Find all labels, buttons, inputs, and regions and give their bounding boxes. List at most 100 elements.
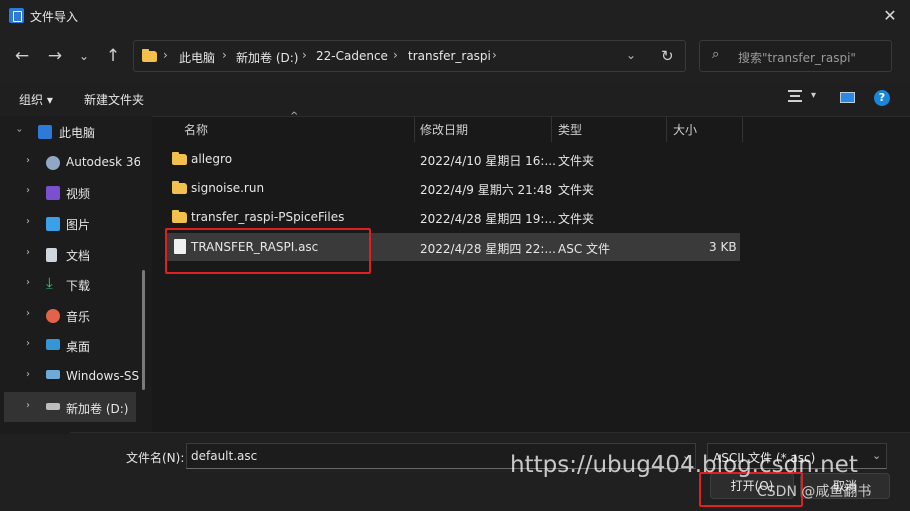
expand-chevron-icon[interactable]: › [26,216,30,227]
column-header-size[interactable]: 大小 [673,121,697,138]
sidebar-item-label: 桌面 [66,340,91,354]
sidebar-scrollbar[interactable] [142,270,145,390]
preview-pane-icon[interactable] [840,92,855,103]
table-row[interactable]: allegro 2022/4/10 星期日 16:... 文件夹 [166,145,740,173]
view-dropdown-chevron-icon[interactable]: ▾ [811,90,816,101]
desktop-icon [46,339,60,350]
sidebar-item-label: 图片 [66,218,91,232]
sidebar-item-pictures[interactable]: › 图片 [0,208,140,238]
column-header-modified[interactable]: 修改日期 [420,121,468,138]
sidebar-item-label: 此电脑 [59,126,96,140]
video-icon [46,186,60,200]
chevron-right-icon[interactable]: › [222,48,227,62]
sidebar-item-this-pc[interactable]: › 此电脑 [0,116,140,146]
file-type: ASC 文件 [558,242,611,256]
column-header-type[interactable]: 类型 [558,121,582,138]
breadcrumb-cadence[interactable]: 22-Cadence [316,49,388,63]
file-modified: 2022/4/28 星期四 19:... [420,212,556,226]
new-folder-button[interactable]: 新建文件夹 [84,91,144,108]
file-name: transfer_raspi-PSpiceFiles [191,210,345,224]
file-type-chevron-icon[interactable]: ⌄ [872,449,881,462]
forward-arrow-icon[interactable]: → [44,44,66,68]
sidebar-overflow [0,428,70,434]
app-icon [9,8,24,23]
chevron-right-icon: › [163,48,168,62]
column-divider[interactable] [551,116,552,142]
document-icon [46,248,57,262]
folder-icon [172,181,187,194]
expand-chevron-icon[interactable]: › [26,369,30,380]
computer-icon [38,125,52,139]
organize-button[interactable]: 组织 ▾ [19,91,53,108]
recent-locations-chevron-icon[interactable]: ⌄ [73,44,95,68]
sidebar-item-videos[interactable]: › 视频 [0,177,140,207]
column-divider[interactable] [666,116,667,142]
column-divider[interactable] [742,116,743,142]
expand-chevron-icon[interactable]: › [26,155,30,166]
filename-value: default.asc [191,449,258,463]
watermark-credit: CSDN @咸鱼翻书 [757,484,872,500]
expand-chevron-icon[interactable]: › [26,338,30,349]
music-icon [46,309,60,323]
sidebar-item-label: 下载 [66,279,91,293]
table-row[interactable]: signoise.run 2022/4/9 星期六 21:48 文件夹 [166,174,740,202]
search-placeholder: 搜索"transfer_raspi" [738,51,856,65]
address-history-chevron-icon[interactable]: ⌄ [626,48,636,62]
title-bar [0,0,910,32]
sidebar-item-documents[interactable]: › 文档 [0,239,140,269]
folder-icon [142,49,157,62]
back-arrow-icon[interactable]: ← [11,44,33,68]
folder-icon [172,210,187,223]
expand-chevron-icon[interactable]: › [26,185,30,196]
expand-chevron-icon[interactable]: › [26,308,30,319]
picture-icon [46,217,60,231]
column-header-name[interactable]: 名称 [184,121,208,138]
refresh-icon[interactable]: ↻ [661,47,674,65]
breadcrumb-drive-d[interactable]: 新加卷 (D:) [236,49,298,66]
sidebar-item-label: Autodesk 36 [66,155,140,169]
sort-ascending-icon: ^ [290,111,299,122]
sidebar-item-downloads[interactable]: › ⤓ 下载 [0,269,140,299]
watermark-url: https://ubug404.blog.csdn.net [510,452,858,478]
download-arrow-icon: ⤓ [46,274,53,292]
network-drive-icon [46,156,60,170]
sidebar-item-music[interactable]: › 音乐 [0,300,140,330]
breadcrumb-transfer-raspi[interactable]: transfer_raspi [408,49,491,63]
file-name: allegro [191,152,233,166]
sidebar-item-desktop[interactable]: › 桌面 [0,330,140,360]
column-divider[interactable] [414,116,415,142]
sidebar-item-autodesk[interactable]: › Autodesk 36 [0,147,140,177]
expand-chevron-icon[interactable]: › [26,247,30,258]
sidebar-item-label: 视频 [66,187,91,201]
help-icon[interactable]: ? [874,90,890,106]
drive-icon [46,370,60,379]
file-size: 3 KB [709,240,737,254]
file-modified: 2022/4/9 星期六 21:48 [420,183,553,197]
drive-icon [46,403,60,410]
sidebar-item-drive-d[interactable]: › 新加卷 (D:) [4,392,136,422]
sidebar-item-label: 音乐 [66,310,91,324]
file-type: 文件夹 [558,183,595,197]
close-icon[interactable]: ✕ [880,6,900,26]
sidebar-item-label: 新加卷 (D:) [66,402,129,416]
expand-chevron-icon[interactable]: › [26,277,30,288]
filename-label: 文件名(N): [126,451,185,465]
up-arrow-icon[interactable]: ↑ [102,44,124,68]
table-row[interactable]: transfer_raspi-PSpiceFiles 2022/4/28 星期四… [166,203,740,231]
highlight-box [165,228,371,274]
breadcrumb-this-pc[interactable]: 此电脑 [179,49,215,66]
sidebar-item-label: 文档 [66,249,91,263]
file-name: signoise.run [191,181,265,195]
sidebar-item-windows-drive[interactable]: › Windows-SS [0,361,140,391]
file-modified: 2022/4/10 星期日 16:... [420,154,556,168]
chevron-right-icon[interactable]: › [302,48,307,62]
expand-chevron-icon[interactable]: › [14,129,25,133]
file-type: 文件夹 [558,212,595,226]
window-title: 文件导入 [30,10,79,24]
folder-icon [172,152,187,165]
chevron-right-icon[interactable]: › [492,48,497,62]
file-type: 文件夹 [558,154,595,168]
chevron-right-icon[interactable]: › [393,48,398,62]
expand-chevron-icon[interactable]: › [26,400,30,411]
file-modified: 2022/4/28 星期四 22:... [420,242,556,256]
